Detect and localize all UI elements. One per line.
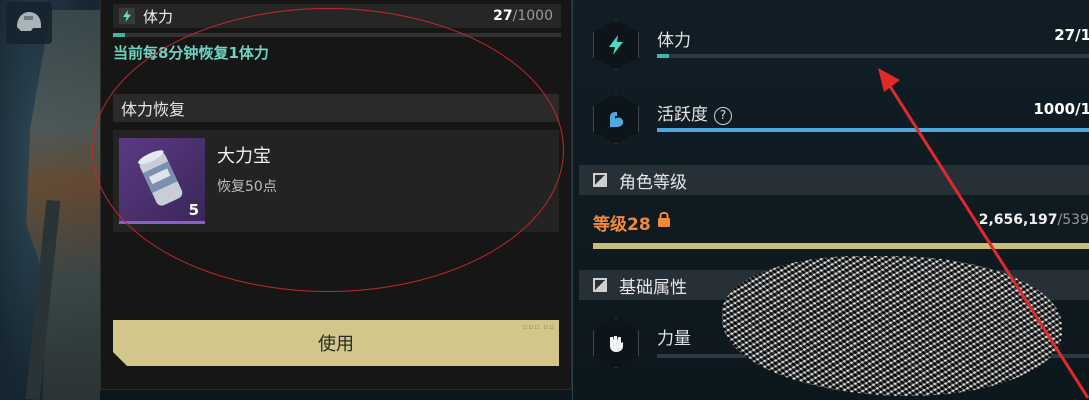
- item-name: 大力宝: [217, 146, 271, 167]
- activity-stat-fill: [657, 128, 1089, 132]
- stamina-progress-fill: [113, 33, 126, 37]
- experience-current: 2,656,197: [978, 212, 1058, 228]
- item-slot[interactable]: 5: [119, 138, 205, 224]
- lock-icon[interactable]: [657, 211, 671, 227]
- stamina-title: 体力: [143, 7, 174, 26]
- item-description: 恢复50点: [217, 179, 277, 195]
- fist-icon: [593, 318, 639, 368]
- level-section-header: 角色等级: [579, 165, 1089, 195]
- stamina-header: 体力 27/1000: [113, 4, 561, 28]
- activity-label-text: 活跃度: [657, 105, 708, 125]
- recovery-section-header: 体力恢复: [113, 94, 559, 122]
- bolt-icon: [593, 20, 639, 70]
- stamina-count: 27/1000: [493, 8, 553, 24]
- can-icon: [138, 150, 183, 206]
- stamina-max: /1000: [512, 8, 553, 24]
- stamina-stat-fill: [657, 54, 669, 58]
- helmet-button[interactable]: [6, 2, 52, 44]
- stamina-popup: 体力 27/1000 当前每8分钟恢复1体力 体力恢复 5 大力宝 恢复50点 …: [100, 0, 572, 390]
- recovery-section-title: 体力恢复: [121, 100, 186, 119]
- help-icon[interactable]: ?: [714, 107, 732, 125]
- activity-stat-row[interactable]: 活跃度? 1000/1: [593, 94, 1089, 154]
- flex-arm-icon: [593, 94, 639, 144]
- item-quantity: 5: [188, 201, 199, 219]
- stamina-stat-row[interactable]: 体力 27/1: [593, 20, 1089, 80]
- experience-value: 2,656,197/539: [979, 212, 1089, 228]
- experience-max: /539: [1057, 212, 1089, 228]
- stamina-stat-label: 体力: [657, 31, 691, 51]
- use-button[interactable]: 使用 ▫▫▫ ▫▫: [113, 320, 559, 366]
- stamina-stat-bar: [657, 54, 1089, 58]
- stamina-current: 27: [493, 8, 513, 24]
- button-corner-decoration: ▫▫▫ ▫▫: [523, 323, 555, 331]
- section-icon: [593, 278, 607, 292]
- attributes-section-title: 基础属性: [619, 277, 687, 298]
- activity-stat-bar: [657, 128, 1089, 132]
- level-label: 等级28: [593, 215, 651, 235]
- stamina-regen-text: 当前每8分钟恢复1体力: [113, 44, 269, 62]
- use-button-label: 使用: [318, 334, 354, 355]
- bolt-icon: [119, 8, 135, 24]
- stamina-stat-value: 27/1: [1054, 26, 1089, 44]
- helmet-icon: [17, 12, 41, 31]
- stamina-progress-bar: [113, 33, 561, 37]
- level-section-title: 角色等级: [619, 172, 687, 193]
- recovery-item-card[interactable]: 5 大力宝 恢复50点: [113, 130, 559, 232]
- activity-stat-value: 1000/1: [1033, 100, 1089, 118]
- experience-bar: [593, 243, 1089, 249]
- power-stat-label: 力量: [657, 329, 691, 349]
- experience-fill: [593, 243, 1089, 249]
- section-icon: [593, 173, 607, 187]
- activity-stat-label: 活跃度?: [657, 100, 732, 125]
